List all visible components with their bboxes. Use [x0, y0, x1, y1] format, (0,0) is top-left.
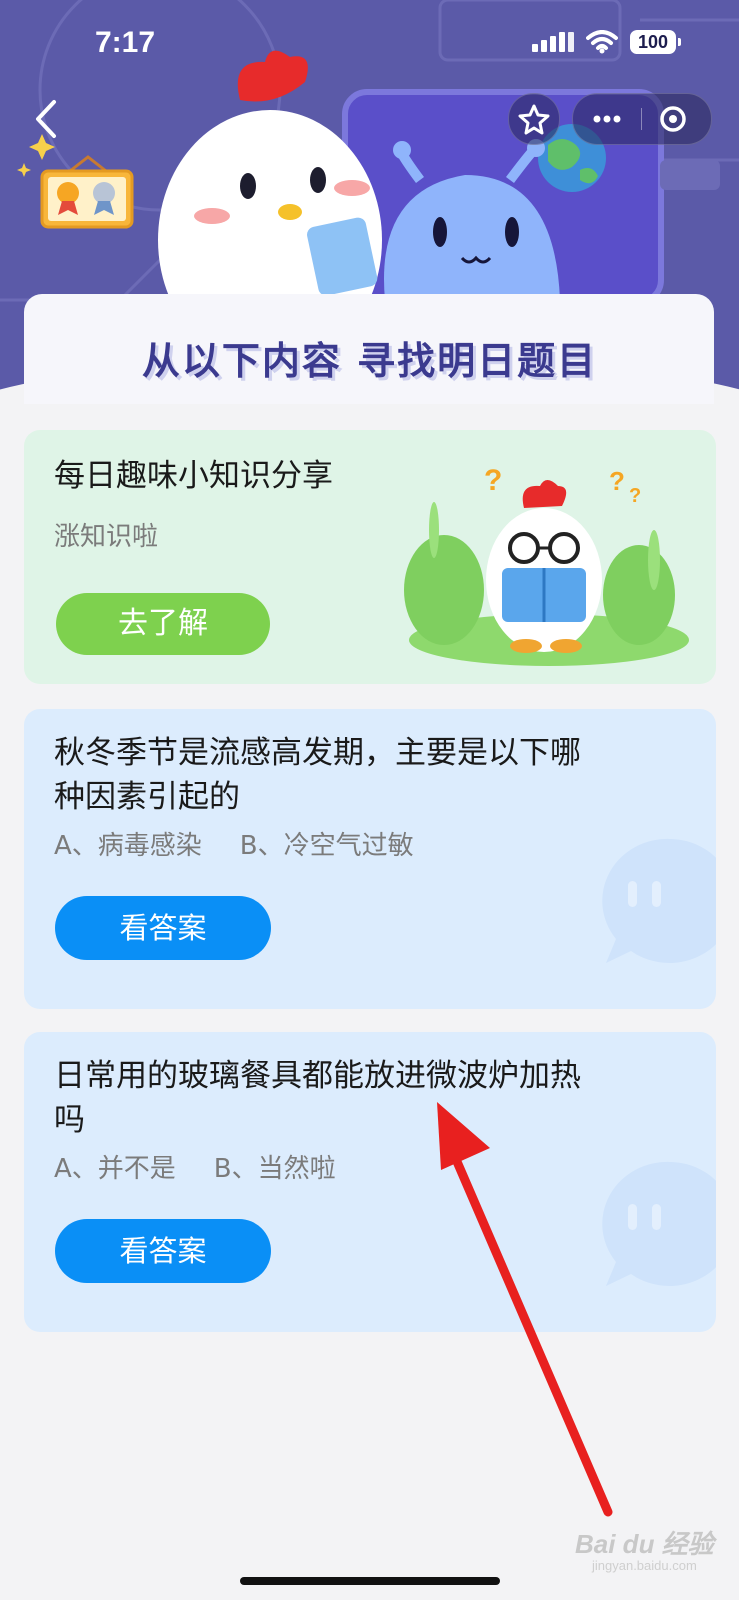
svg-text:?: ?	[629, 485, 641, 507]
status-bar: 7:17 100	[0, 0, 739, 90]
question-title-line1: 日常用的玻璃餐具都能放进微波炉加热	[54, 1058, 581, 1094]
capsule-divider	[641, 108, 642, 130]
option-b: B、冷空气过敏	[239, 831, 414, 861]
award-frame-icon[interactable]	[40, 153, 136, 233]
knowledge-card-subtitle: 涨知识啦	[54, 522, 159, 552]
svg-text:?: ?	[484, 464, 502, 497]
question-title-line2: 种因素引起的	[54, 779, 240, 815]
chat-bubble-decoration-icon	[602, 838, 716, 963]
learn-more-button[interactable]: 去了解	[56, 593, 270, 655]
svg-text:?: ?	[609, 466, 625, 496]
question-options: A、并不是 B、当然啦	[54, 1148, 374, 1185]
chevron-left-icon	[36, 100, 56, 138]
knowledge-card[interactable]: 每日趣味小知识分享 涨知识啦 去了解 ? ? ?	[24, 430, 716, 684]
option-b: B、当然啦	[213, 1154, 336, 1184]
question-title-line1: 秋冬季节是流感高发期，主要是以下哪	[54, 735, 581, 771]
hero-title: 从以下内容 寻找明日题目	[141, 339, 598, 383]
back-button[interactable]	[28, 96, 68, 142]
favorite-button[interactable]	[508, 93, 560, 145]
baidu-watermark: Bai du 经验	[575, 1529, 714, 1559]
view-answer-button[interactable]: 看答案	[55, 896, 271, 960]
question-title-line2: 吗	[54, 1102, 85, 1138]
option-a: A、并不是	[54, 1154, 176, 1184]
miniprogram-capsule	[572, 93, 712, 145]
knowledge-card-title: 每日趣味小知识分享	[54, 458, 333, 494]
chat-bubble-decoration-icon	[602, 1161, 716, 1286]
option-a: A、病毒感染	[54, 831, 202, 861]
wifi-icon	[586, 30, 618, 54]
view-answer-button[interactable]: 看答案	[55, 1219, 271, 1283]
status-time: 7:17	[95, 26, 156, 59]
target-circle-icon	[660, 106, 686, 132]
question-card: 秋冬季节是流感高发期，主要是以下哪 种因素引起的 A、病毒感染 B、冷空气过敏 看…	[24, 709, 716, 1009]
more-dots-icon	[593, 115, 621, 123]
home-indicator[interactable]	[240, 1577, 500, 1585]
star-icon	[518, 104, 550, 135]
reading-chicken-illustration: ? ? ?	[404, 464, 689, 666]
question-options: A、病毒感染 B、冷空气过敏	[54, 825, 452, 862]
baidu-watermark-url: jingyan.baidu.com	[592, 1558, 697, 1573]
cellular-signal-icon	[532, 32, 574, 52]
more-button[interactable]	[573, 94, 641, 144]
close-miniprogram-button[interactable]	[643, 94, 711, 144]
question-card: 日常用的玻璃餐具都能放进微波炉加热 吗 A、并不是 B、当然啦 看答案	[24, 1032, 716, 1332]
battery-indicator: 100	[630, 30, 681, 54]
